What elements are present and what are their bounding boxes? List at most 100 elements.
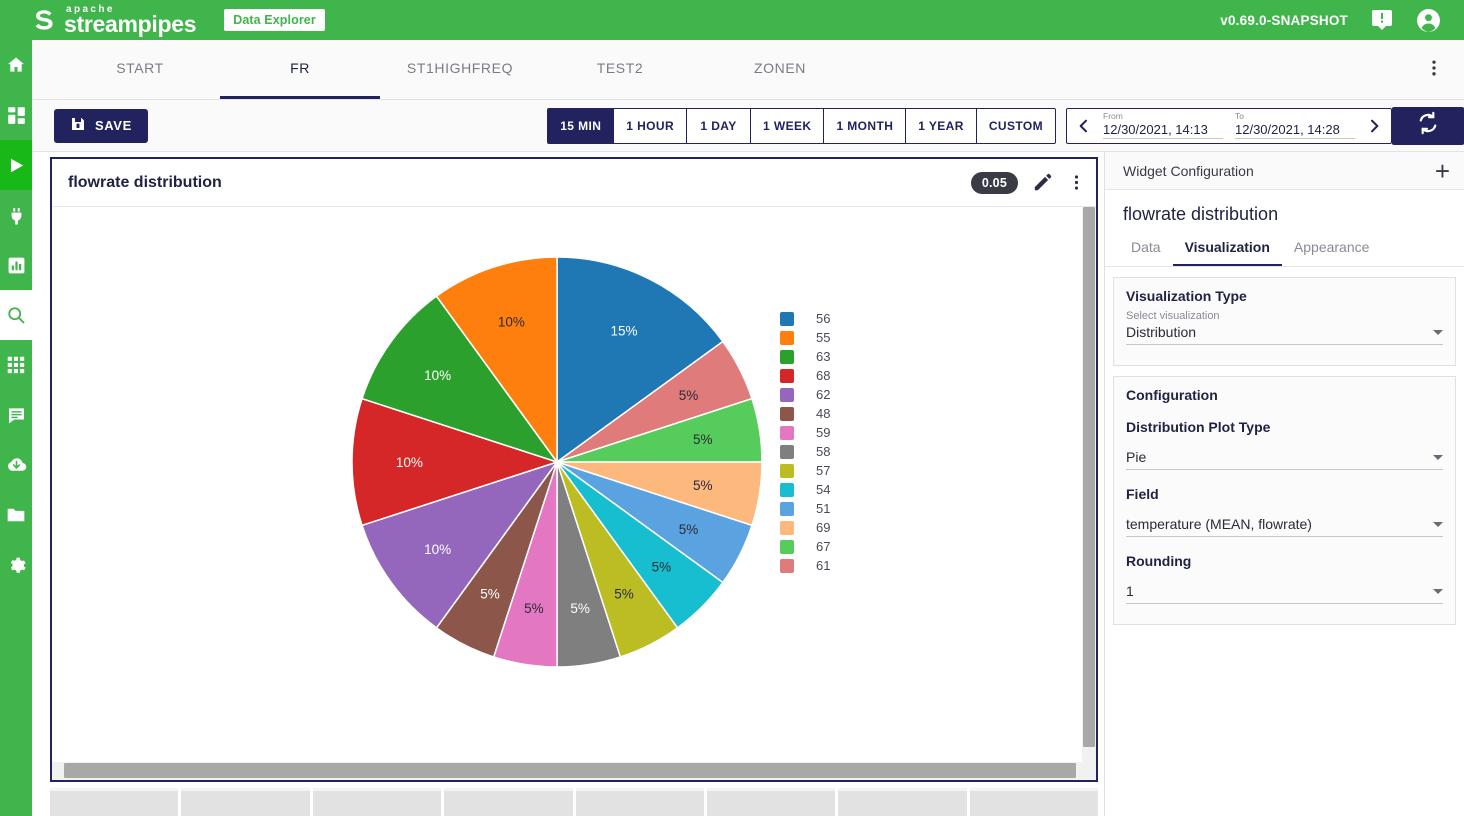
config-tab-visualization[interactable]: Visualization [1173,233,1282,266]
data-explorer-badge[interactable]: Data Explorer [224,9,325,31]
grid-cell[interactable] [838,788,966,816]
plot-type-select[interactable]: Pie [1126,449,1443,470]
announcement-icon[interactable] [1370,8,1394,32]
grid-cell[interactable] [181,788,309,816]
rail-item-apps[interactable] [0,340,32,390]
plus-icon[interactable]: + [1435,158,1450,184]
rail-item-notifications[interactable] [0,390,32,440]
pie-slices[interactable]: 15%5%5%5%5%5%5%5%5%5%10%10%10%10% [347,252,767,672]
config-header: Widget Configuration + [1105,152,1464,190]
field-value: temperature (MEAN, flowrate) [1126,516,1312,532]
legend-item-62[interactable]: 62 [780,385,830,404]
configuration-card: Configuration Distribution Plot Type Pie… [1113,376,1456,625]
range-custom[interactable]: CUSTOM [977,109,1055,143]
save-button[interactable]: SAVE [54,109,148,143]
to-date-value[interactable]: 12/30/2021, 14:28 [1235,122,1355,139]
explorer-toolbar: SAVE 15 MIN 1 HOUR 1 DAY 1 WEEK 1 MONTH … [32,100,1464,152]
widget-vertical-scroll-thumb[interactable] [1083,207,1095,747]
range-1-day[interactable]: 1 DAY [687,109,751,143]
legend-swatch-icon [780,464,794,478]
from-label: From [1103,112,1223,121]
rail-item-home[interactable] [0,40,32,90]
widget-menu-icon[interactable] [1067,173,1086,192]
data-explorer-page: apache streampipes Data Explorer v0.69.0… [0,0,1464,816]
rail-item-settings[interactable] [0,540,32,590]
chart-legend: 56 55 636862 48 59 58 57 54 51 69 67 61 [780,309,830,575]
rail-item-dashboard[interactable] [0,90,32,140]
legend-item-57[interactable]: 57 [780,461,830,480]
rail-item-files[interactable] [0,490,32,540]
visualization-type-select[interactable]: Distribution [1126,324,1443,345]
save-disk-icon [70,116,86,135]
grid-cell[interactable] [444,788,572,816]
range-1-hour[interactable]: 1 HOUR [614,109,687,143]
rounding-select[interactable]: 1 [1126,583,1443,604]
legend-item-68[interactable]: 68 [780,366,830,385]
range-1-year[interactable]: 1 YEAR [906,109,977,143]
tab-zonen[interactable]: ZONEN [700,39,860,99]
rail-item-install[interactable] [0,440,32,490]
tab-start[interactable]: START [60,39,220,99]
grid-cell[interactable] [576,788,704,816]
streampipes-logo[interactable]: apache streampipes [30,5,196,36]
save-button-label: SAVE [95,118,132,133]
legend-label: 48 [816,406,830,421]
rail-item-measurements-chart[interactable] [0,240,32,290]
legend-swatch-icon [780,388,794,402]
legend-item-69[interactable]: 69 [780,518,830,537]
account-circle-icon[interactable] [1416,8,1440,32]
legend-item-59[interactable]: 59 [780,423,830,442]
chevron-left-icon[interactable] [1071,118,1097,134]
from-date-value[interactable]: 12/30/2021, 14:13 [1103,122,1223,139]
dashboard-canvas: flowrate distribution 0.05 [32,152,1104,816]
from-date-field[interactable]: From 12/30/2021, 14:13 [1103,112,1223,139]
legend-item-51[interactable]: 51 [780,499,830,518]
pencil-edit-icon[interactable] [1032,172,1053,193]
legend-item-61[interactable]: 61 [780,556,830,575]
legend-item-58[interactable]: 58 [780,442,830,461]
chevron-down-icon [1433,330,1443,335]
grid-cell[interactable] [970,788,1098,816]
legend-label: 67 [816,539,830,554]
widget-horizontal-scrollbar[interactable] [52,762,1096,780]
more-vert-icon[interactable] [1424,58,1444,83]
widget-horizontal-scroll-thumb[interactable] [64,763,1076,778]
range-1-month[interactable]: 1 MONTH [824,109,906,143]
legend-label: 58 [816,444,830,459]
legend-swatch-icon [780,369,794,383]
config-tab-data[interactable]: Data [1119,233,1173,266]
rail-item-connect[interactable] [0,190,32,240]
tab-st1highfreq[interactable]: ST1HIGHFREQ [380,39,540,99]
legend-swatch-icon [780,426,794,440]
legend-swatch-icon [780,483,794,497]
legend-item-56[interactable]: 56 [780,309,830,328]
range-1-week[interactable]: 1 WEEK [751,109,824,143]
legend-item-55[interactable]: 55 [780,328,830,347]
chevron-right-icon[interactable] [1361,118,1387,134]
visualization-type-card: Visualization Type Select visualization … [1113,277,1456,366]
legend-label: 51 [816,501,830,516]
grid-cell[interactable] [707,788,835,816]
legend-item-63[interactable]: 63 [780,347,830,366]
legend-label: 55 [816,330,830,345]
to-date-field[interactable]: To 12/30/2021, 14:28 [1235,112,1355,139]
tab-fr[interactable]: FR [220,39,380,99]
legend-label: 57 [816,463,830,478]
legend-swatch-icon [780,312,794,326]
widget-vertical-scrollbar[interactable] [1082,207,1096,763]
pie-slice-label-48: 5% [480,587,500,602]
legend-swatch-icon [780,540,794,554]
legend-item-48[interactable]: 48 [780,404,830,423]
rail-item-pipelines[interactable] [0,140,32,190]
refresh-button[interactable] [1392,107,1464,145]
range-15-min[interactable]: 15 MIN [548,109,614,143]
grid-cell[interactable] [313,788,441,816]
rail-item-search[interactable] [0,290,32,340]
widget-title: flowrate distribution [68,174,222,192]
legend-item-67[interactable]: 67 [780,537,830,556]
legend-item-54[interactable]: 54 [780,480,830,499]
tab-test2[interactable]: TEST2 [540,39,700,99]
config-tab-appearance[interactable]: Appearance [1282,233,1382,266]
field-select[interactable]: temperature (MEAN, flowrate) [1126,516,1443,537]
grid-cell[interactable] [50,788,178,816]
